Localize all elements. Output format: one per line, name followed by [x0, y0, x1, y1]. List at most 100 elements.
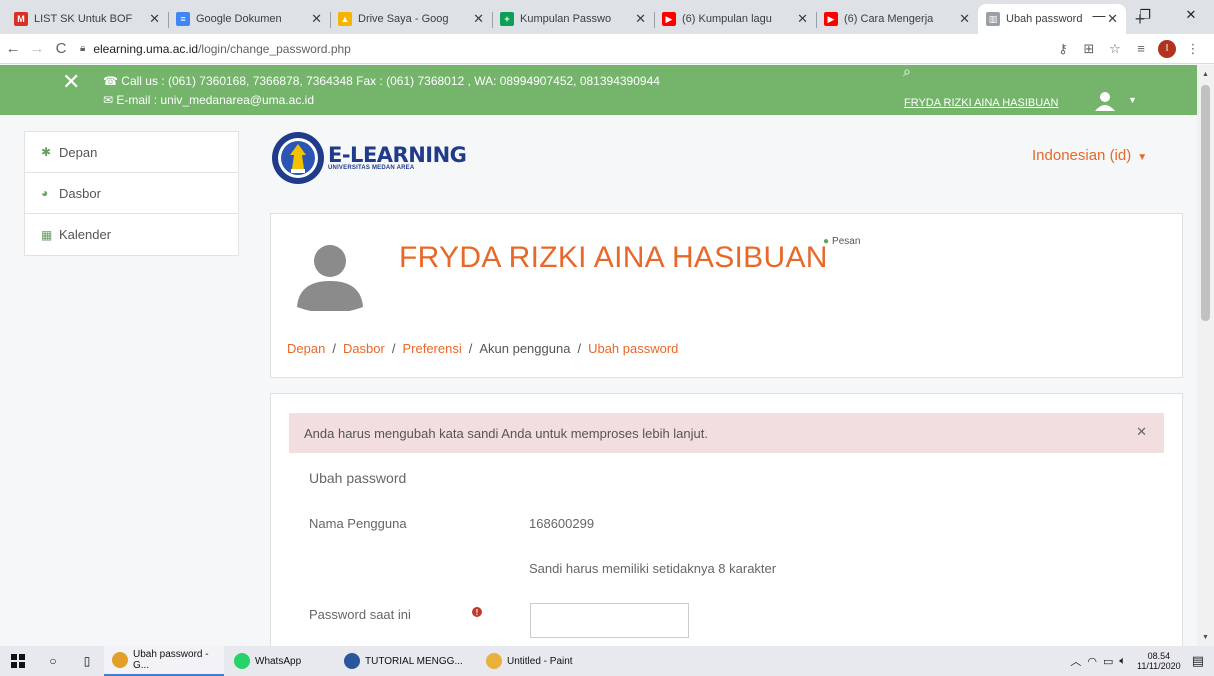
- sidebar-item-label: Kalender: [59, 227, 112, 242]
- scroll-down-icon[interactable]: ▼: [1197, 630, 1214, 644]
- taskbar-app[interactable]: Ubah password - G...: [104, 646, 224, 676]
- scrollbar-thumb[interactable]: [1201, 85, 1210, 321]
- browser-tab-strip: M LIST SK Untuk BOF ✕ ≡ Google Dokumen ✕ ▲ Driv…: [0, 0, 1214, 34]
- url-path: /login/change_password.php: [198, 41, 351, 56]
- profile-header-card: FRYDA RIZKI AINA HASIBUAN ● Pesan Depan / D…: [270, 213, 1183, 378]
- contact-phone: ☎︎ Call us : (061) 7360168, 7366878, 736…: [103, 74, 660, 88]
- battery-icon[interactable]: ▭: [1103, 655, 1113, 668]
- browser-tab[interactable]: + Kumpulan Passwo ✕: [492, 4, 654, 34]
- volume-icon[interactable]: 🔈︎: [1119, 655, 1126, 668]
- tab-close-icon[interactable]: ✕: [311, 11, 322, 27]
- sidebar-item-depan[interactable]: ✱ Depan: [25, 132, 238, 173]
- sidebar-item-kalender[interactable]: ▦ Kalender: [25, 214, 238, 255]
- taskbar-app-label: Untitled - Paint: [507, 655, 573, 667]
- reading-list-icon[interactable]: ≡: [1128, 37, 1154, 61]
- forward-button[interactable]: →: [26, 37, 48, 61]
- contact-email-text: E-mail : univ_medanarea@uma.ac.id: [116, 93, 314, 107]
- alert-close-icon[interactable]: ✕: [1136, 424, 1147, 440]
- profile-avatar[interactable]: I: [1158, 39, 1176, 58]
- site-logo[interactable]: E-LEARNING UNIVERSITAS MEDAN AREA: [271, 132, 467, 184]
- tray-chevron-icon[interactable]: ︿: [1070, 653, 1081, 669]
- breadcrumb-separator: /: [332, 341, 336, 356]
- word-icon: [344, 653, 360, 669]
- tab-close-icon[interactable]: ✕: [149, 11, 160, 27]
- form-heading: Ubah password: [309, 470, 407, 486]
- windows-taskbar: ○ ▯ Ubah password - G... WhatsApp TUTORIAL…: [0, 646, 1214, 676]
- close-icon[interactable]: ✕: [62, 71, 80, 93]
- wifi-icon[interactable]: ◠: [1087, 655, 1097, 668]
- docs-icon: ≡: [176, 12, 190, 26]
- user-menu-caret-icon[interactable]: ▼: [1128, 95, 1137, 105]
- task-view-icon[interactable]: ▯: [70, 654, 104, 668]
- restore-button[interactable]: ❐: [1122, 0, 1168, 30]
- browser-toolbar: ← → C 🔒︎ elearning.uma.ac.id/login/chang…: [0, 34, 1214, 64]
- reload-button[interactable]: C: [50, 37, 72, 61]
- tab-close-icon[interactable]: ✕: [959, 11, 970, 27]
- taskbar-app[interactable]: WhatsApp: [226, 646, 334, 676]
- minimize-button[interactable]: —: [1076, 0, 1122, 30]
- browser-tab[interactable]: M LIST SK Untuk BOF ✕: [6, 4, 168, 34]
- browser-tab[interactable]: ▶ (6) Cara Mengerja ✕: [816, 4, 978, 34]
- windows-start-icon[interactable]: [0, 654, 36, 668]
- paint-icon: [486, 653, 502, 669]
- language-selector[interactable]: Indonesian (id) ▼: [1032, 147, 1147, 164]
- caret-down-icon: ▼: [1137, 152, 1148, 163]
- taskbar-app[interactable]: TUTORIAL MENGG...: [336, 646, 476, 676]
- tab-title: Kumpulan Passwo: [520, 13, 612, 25]
- tab-close-icon[interactable]: ✕: [473, 11, 484, 27]
- taskbar-app[interactable]: Untitled - Paint: [478, 646, 608, 676]
- taskbar-apps: Ubah password - G... WhatsApp TUTORIAL MEN…: [104, 646, 610, 676]
- gmail-icon: M: [14, 12, 28, 26]
- browser-tab[interactable]: ▶ (6) Kumpulan lagu ✕: [654, 4, 816, 34]
- university-seal-icon: [272, 132, 324, 184]
- chrome-icon: [112, 652, 128, 668]
- tab-title: LIST SK Untuk BOF: [34, 13, 133, 25]
- youtube-icon: ▶: [662, 12, 676, 26]
- logo-title: E-LEARNING: [328, 143, 467, 167]
- language-label: Indonesian (id): [1032, 147, 1132, 164]
- close-window-button[interactable]: ✕: [1168, 0, 1214, 30]
- translate-icon[interactable]: ⊞: [1076, 37, 1102, 61]
- home-icon: ✱: [41, 145, 52, 159]
- side-navigation: ✱ Depan ◕ Dasbor ▦ Kalender: [24, 131, 239, 256]
- logo-wordmark: E-LEARNING UNIVERSITAS MEDAN AREA: [328, 143, 467, 172]
- notification-icon[interactable]: ▤: [1192, 653, 1204, 669]
- breadcrumb-item[interactable]: Ubah password: [588, 341, 678, 356]
- breadcrumb: Depan / Dasbor / Preferensi / Akun pengguna / Ub…: [287, 341, 678, 356]
- back-button[interactable]: ←: [2, 37, 24, 61]
- breadcrumb-item[interactable]: Dasbor: [343, 341, 385, 356]
- user-menu-name[interactable]: FRYDA RIZKI AINA HASIBUAN: [904, 97, 1058, 109]
- breadcrumb-item: Akun pengguna: [479, 341, 571, 356]
- user-avatar-icon[interactable]: [1094, 91, 1116, 111]
- current-password-input[interactable]: [530, 603, 689, 638]
- tab-close-icon[interactable]: ✕: [635, 11, 646, 27]
- tab-close-icon[interactable]: ✕: [797, 11, 808, 27]
- system-tray: ︿ ◠ ▭ 🔈︎ 08.54 11/11/2020 ▤: [1067, 646, 1214, 676]
- search-circle-icon[interactable]: ○: [36, 654, 70, 668]
- scroll-up-icon[interactable]: ▲: [1197, 67, 1214, 81]
- search-icon[interactable]: ⌕: [903, 65, 911, 80]
- message-button[interactable]: ● Pesan: [823, 236, 860, 247]
- message-label: Pesan: [832, 236, 861, 247]
- taskbar-app-label: TUTORIAL MENGG...: [365, 655, 463, 667]
- clock-date: 11/11/2020: [1136, 661, 1181, 671]
- clock[interactable]: 08.54 11/11/2020: [1137, 651, 1181, 671]
- key-icon[interactable]: ⚷: [1050, 37, 1076, 61]
- tab-title: Drive Saya - Goog: [358, 13, 449, 25]
- drive-icon: ▲: [338, 12, 352, 26]
- taskbar-app-label: WhatsApp: [255, 655, 302, 667]
- sidebar-item-dasbor[interactable]: ◕ Dasbor: [25, 173, 238, 214]
- browser-tab[interactable]: ≡ Google Dokumen ✕: [168, 4, 330, 34]
- tab-list: M LIST SK Untuk BOF ✕ ≡ Google Dokumen ✕ ▲ Driv…: [0, 4, 1126, 34]
- address-bar[interactable]: 🔒︎ elearning.uma.ac.id/login/change_pass…: [80, 37, 1050, 61]
- change-password-card: Anda harus mengubah kata sandi Anda untu…: [270, 393, 1183, 646]
- profile-name: FRYDA RIZKI AINA HASIBUAN: [399, 241, 828, 274]
- page-scrollbar[interactable]: ▲ ▼: [1197, 65, 1214, 646]
- browser-tab[interactable]: ▲ Drive Saya - Goog ✕: [330, 4, 492, 34]
- menu-kebab-icon[interactable]: ⋮: [1180, 37, 1206, 61]
- contact-phone-text: Call us : (061) 7360168, 7366878, 736434…: [121, 74, 660, 88]
- breadcrumb-separator: /: [577, 341, 582, 356]
- bookmark-star-icon[interactable]: ☆: [1102, 37, 1128, 61]
- breadcrumb-item[interactable]: Preferensi: [402, 341, 461, 356]
- breadcrumb-item[interactable]: Depan: [287, 341, 325, 356]
